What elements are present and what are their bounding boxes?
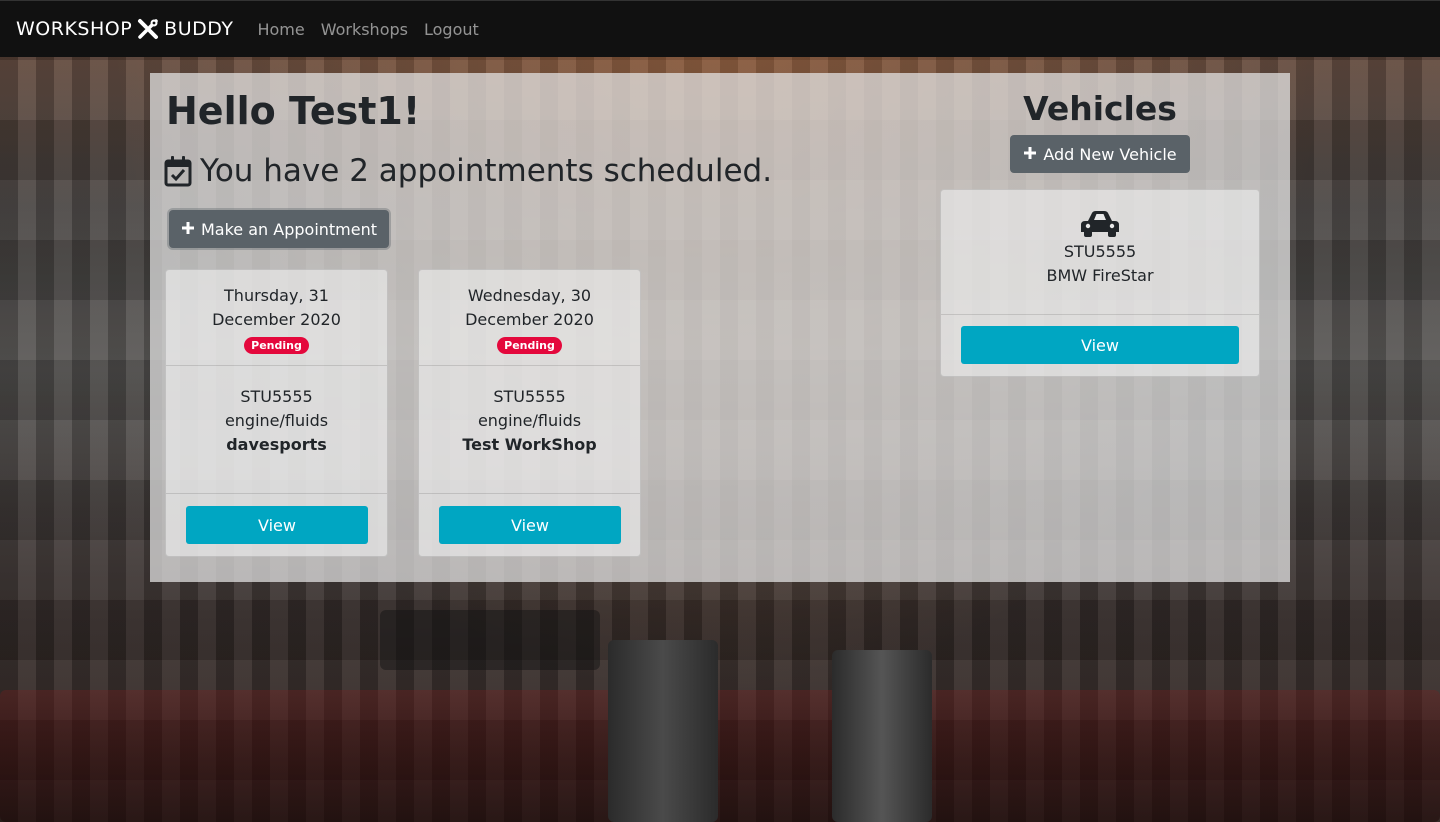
vehicles-heading: Vehicles — [1023, 89, 1177, 128]
appointment-plate: STU5555 — [240, 387, 313, 406]
appointment-date-line2: December 2020 — [465, 310, 594, 329]
appointments-summary-text: You have 2 appointments scheduled. — [200, 153, 773, 189]
vehicle-card: STU5555 BMW FireStar View — [940, 189, 1260, 377]
vehicle-plate: STU5555 — [1063, 242, 1137, 261]
appointment-workshop: davesports — [226, 435, 327, 454]
background-spray-can — [608, 640, 718, 822]
appointment-card: Wednesday, 30 December 2020 Pending STU5… — [418, 269, 641, 557]
make-appointment-label: Make an Appointment — [201, 219, 378, 239]
view-appointment-button[interactable]: View — [186, 506, 368, 544]
calendar-check-icon — [164, 155, 192, 187]
brand-text-right: BUDDY — [164, 18, 234, 40]
vehicle-model: BMW FireStar — [1046, 266, 1154, 285]
brand-logo[interactable]: WORKSHOP BUDDY — [16, 18, 233, 40]
appointment-service: engine/fluids — [477, 411, 582, 430]
plus-icon — [181, 220, 195, 239]
view-appointment-button[interactable]: View — [439, 506, 621, 544]
view-vehicle-button[interactable]: View — [961, 326, 1239, 364]
nav-link-logout[interactable]: Logout — [424, 20, 479, 39]
top-navbar: WORKSHOP BUDDY Home Workshops Logout — [0, 0, 1440, 57]
appointment-plate: STU5555 — [493, 387, 566, 406]
appointment-card: Thursday, 31 December 2020 Pending STU55… — [165, 269, 388, 557]
appointment-card-header: Thursday, 31 December 2020 Pending — [166, 270, 387, 366]
background-shelf — [380, 610, 600, 670]
nav-link-home[interactable]: Home — [257, 20, 304, 39]
car-icon — [941, 210, 1259, 240]
appointment-date-line1: Thursday, 31 — [224, 286, 329, 305]
appointment-date-line2: December 2020 — [212, 310, 341, 329]
tools-icon — [137, 18, 159, 40]
greeting-heading: Hello Test1! — [166, 89, 420, 133]
appointments-summary: You have 2 appointments scheduled. — [164, 153, 772, 189]
plus-icon — [1023, 145, 1037, 164]
greeting-prefix: Hello — [166, 89, 289, 133]
appointment-date-line1: Wednesday, 30 — [467, 286, 592, 305]
dashboard-panel: Hello Test1! You have 2 appointments sch… — [150, 73, 1290, 582]
nav-link-workshops[interactable]: Workshops — [321, 20, 408, 39]
add-vehicle-button[interactable]: Add New Vehicle — [1010, 135, 1190, 173]
vehicle-card-header: STU5555 BMW FireStar — [941, 190, 1259, 315]
greeting-username: Test1 — [288, 89, 403, 133]
background-spray-can — [832, 650, 932, 822]
add-vehicle-label: Add New Vehicle — [1043, 144, 1177, 164]
status-badge: Pending — [244, 337, 309, 354]
greeting-suffix: ! — [402, 89, 421, 133]
status-badge: Pending — [497, 337, 562, 354]
make-appointment-button[interactable]: Make an Appointment — [169, 210, 390, 248]
appointment-card-header: Wednesday, 30 December 2020 Pending — [419, 270, 640, 366]
appointment-workshop: Test WorkShop — [462, 435, 597, 454]
appointment-card-body: STU5555 engine/fluids davesports — [166, 366, 387, 494]
brand-text-left: WORKSHOP — [16, 18, 133, 40]
appointment-service: engine/fluids — [224, 411, 329, 430]
appointment-card-body: STU5555 engine/fluids Test WorkShop — [419, 366, 640, 494]
background-bench — [0, 690, 1440, 822]
